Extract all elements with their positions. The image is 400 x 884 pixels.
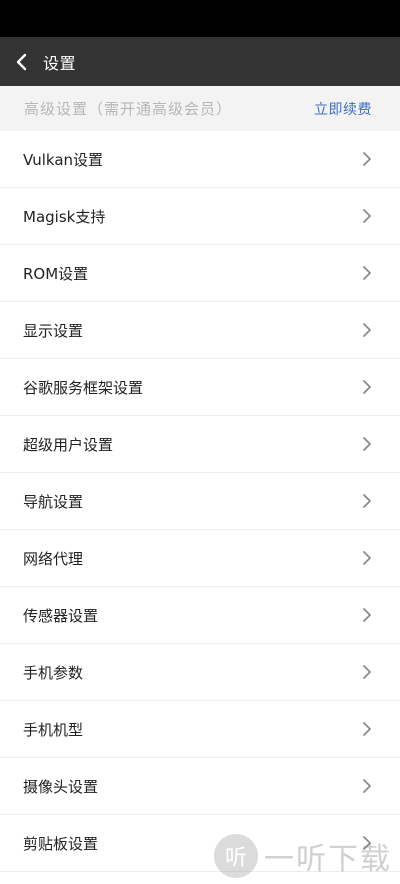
chevron-right-icon [362,778,372,794]
menu-item-label: 传感器设置 [23,606,99,625]
menu-item-label: 网络代理 [23,549,84,568]
menu-item-label: 摄像头设置 [23,777,99,796]
menu-item-label: ROM设置 [23,264,89,283]
menu-item-network-proxy[interactable]: 网络代理 [0,530,400,587]
chevron-right-icon [362,265,372,281]
menu-item-magisk[interactable]: Magisk支持 [0,188,400,245]
menu-item-sensors[interactable]: 传感器设置 [0,587,400,644]
watermark: 听 一听下载 [214,834,392,878]
menu-item-label: 手机机型 [23,720,84,739]
chevron-right-icon [362,208,372,224]
chevron-right-icon [362,607,372,623]
menu-item-google-services[interactable]: 谷歌服务框架设置 [0,359,400,416]
premium-settings-label: 高级设置（需开通高级会员） [24,100,233,118]
menu-item-display[interactable]: 显示设置 [0,302,400,359]
premium-settings-bar: 高级设置（需开通高级会员） 立即续费 [0,86,400,131]
chevron-right-icon [362,664,372,680]
menu-item-label: 超级用户设置 [23,435,114,454]
renew-now-link[interactable]: 立即续费 [314,99,372,119]
chevron-right-icon [362,379,372,395]
menu-item-superuser[interactable]: 超级用户设置 [0,416,400,473]
chevron-right-icon [362,493,372,509]
menu-item-navigation[interactable]: 导航设置 [0,473,400,530]
menu-item-phone-model[interactable]: 手机机型 [0,701,400,758]
page-title: 设置 [43,53,77,73]
menu-item-camera[interactable]: 摄像头设置 [0,758,400,815]
menu-item-vulkan[interactable]: Vulkan设置 [0,131,400,188]
chevron-right-icon [362,322,372,338]
menu-item-phone-params[interactable]: 手机参数 [0,644,400,701]
chevron-right-icon [362,721,372,737]
chevron-right-icon [362,550,372,566]
chevron-left-icon [15,53,29,71]
chevron-right-icon [362,436,372,452]
menu-item-label: Vulkan设置 [23,150,104,169]
settings-menu-list: Vulkan设置 Magisk支持 ROM设置 显示设置 谷歌服务框架设置 超级… [0,131,400,872]
menu-item-label: 导航设置 [23,492,84,511]
back-button[interactable] [0,37,44,86]
status-bar [0,0,400,37]
watermark-text: 一听下载 [264,842,392,877]
menu-item-label: 谷歌服务框架设置 [23,378,144,397]
menu-item-label: Magisk支持 [23,207,106,226]
title-bar: 设置 [0,37,400,86]
menu-item-rom[interactable]: ROM设置 [0,245,400,302]
menu-item-label: 显示设置 [23,321,84,340]
menu-item-label: 剪贴板设置 [23,834,99,853]
watermark-logo: 听 [214,834,258,878]
chevron-right-icon [362,151,372,167]
menu-item-label: 手机参数 [23,663,84,682]
